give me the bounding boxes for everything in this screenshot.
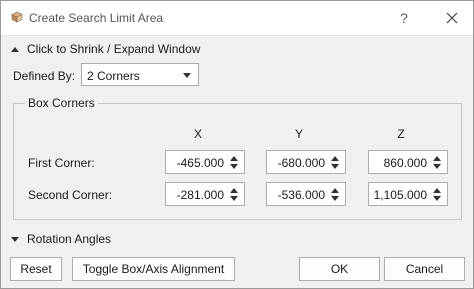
spin-down-icon[interactable]	[331, 164, 339, 169]
help-button[interactable]: ?	[393, 7, 415, 29]
shrink-expand-label: Click to Shrink / Expand Window	[27, 42, 201, 56]
first-corner-z-value: 860.000	[383, 156, 427, 170]
second-corner-z-value: 1,105.000	[373, 188, 427, 202]
chevron-up-icon	[11, 46, 19, 52]
ok-button[interactable]: OK	[299, 257, 380, 281]
spin-up-icon[interactable]	[331, 188, 339, 193]
close-icon	[446, 12, 458, 24]
column-header-y: Y	[294, 127, 303, 141]
cancel-button[interactable]: Cancel	[384, 257, 465, 281]
first-corner-label: First Corner:	[28, 156, 95, 170]
spin-down-icon[interactable]	[433, 196, 441, 201]
spin-up-icon[interactable]	[433, 188, 441, 193]
second-corner-x-value: -281.000	[176, 188, 224, 202]
first-corner-y-value: -680.000	[277, 156, 325, 170]
toggle-box-axis-alignment-button[interactable]: Toggle Box/Axis Alignment	[72, 257, 235, 281]
defined-by-select[interactable]: 2 Corners	[81, 63, 199, 86]
spin-down-icon[interactable]	[230, 196, 238, 201]
spin-up-icon[interactable]	[433, 156, 441, 161]
close-button[interactable]	[441, 7, 463, 29]
window-title: Create Search Limit Area	[29, 11, 164, 25]
first-corner-x-value: -465.000	[176, 156, 224, 170]
second-corner-y-value: -536.000	[277, 188, 325, 202]
rotation-angles-label: Rotation Angles	[27, 232, 112, 246]
chevron-down-icon	[183, 73, 191, 78]
create-search-limit-area-dialog: Create Search Limit Area ? Click to Shri…	[0, 0, 474, 289]
spin-down-icon[interactable]	[331, 196, 339, 201]
reset-button[interactable]: Reset	[10, 257, 62, 281]
second-corner-y-input[interactable]: -536.000	[266, 182, 346, 206]
spin-up-icon[interactable]	[331, 156, 339, 161]
chevron-down-icon	[11, 236, 19, 242]
first-corner-y-input[interactable]: -680.000	[266, 150, 346, 174]
defined-by-label: Defined By:	[13, 69, 76, 83]
first-corner-x-input[interactable]: -465.000	[165, 150, 245, 174]
shrink-expand-toggle[interactable]: Click to Shrink / Expand Window	[11, 41, 200, 57]
box-corners-title: Box Corners	[25, 96, 98, 110]
second-corner-x-input[interactable]: -281.000	[165, 182, 245, 206]
second-corner-z-input[interactable]: 1,105.000	[368, 182, 448, 206]
spin-up-icon[interactable]	[230, 188, 238, 193]
cube-icon	[11, 11, 23, 23]
defined-by-value: 2 Corners	[87, 69, 140, 83]
spin-down-icon[interactable]	[230, 164, 238, 169]
first-corner-z-input[interactable]: 860.000	[368, 150, 448, 174]
column-header-z: Z	[397, 127, 405, 141]
rotation-angles-toggle[interactable]: Rotation Angles	[11, 231, 111, 247]
title-bar: Create Search Limit Area ?	[1, 1, 473, 36]
spin-down-icon[interactable]	[433, 164, 441, 169]
spin-up-icon[interactable]	[230, 156, 238, 161]
help-icon: ?	[400, 10, 408, 26]
column-header-x: X	[193, 127, 202, 141]
second-corner-label: Second Corner:	[28, 188, 113, 202]
